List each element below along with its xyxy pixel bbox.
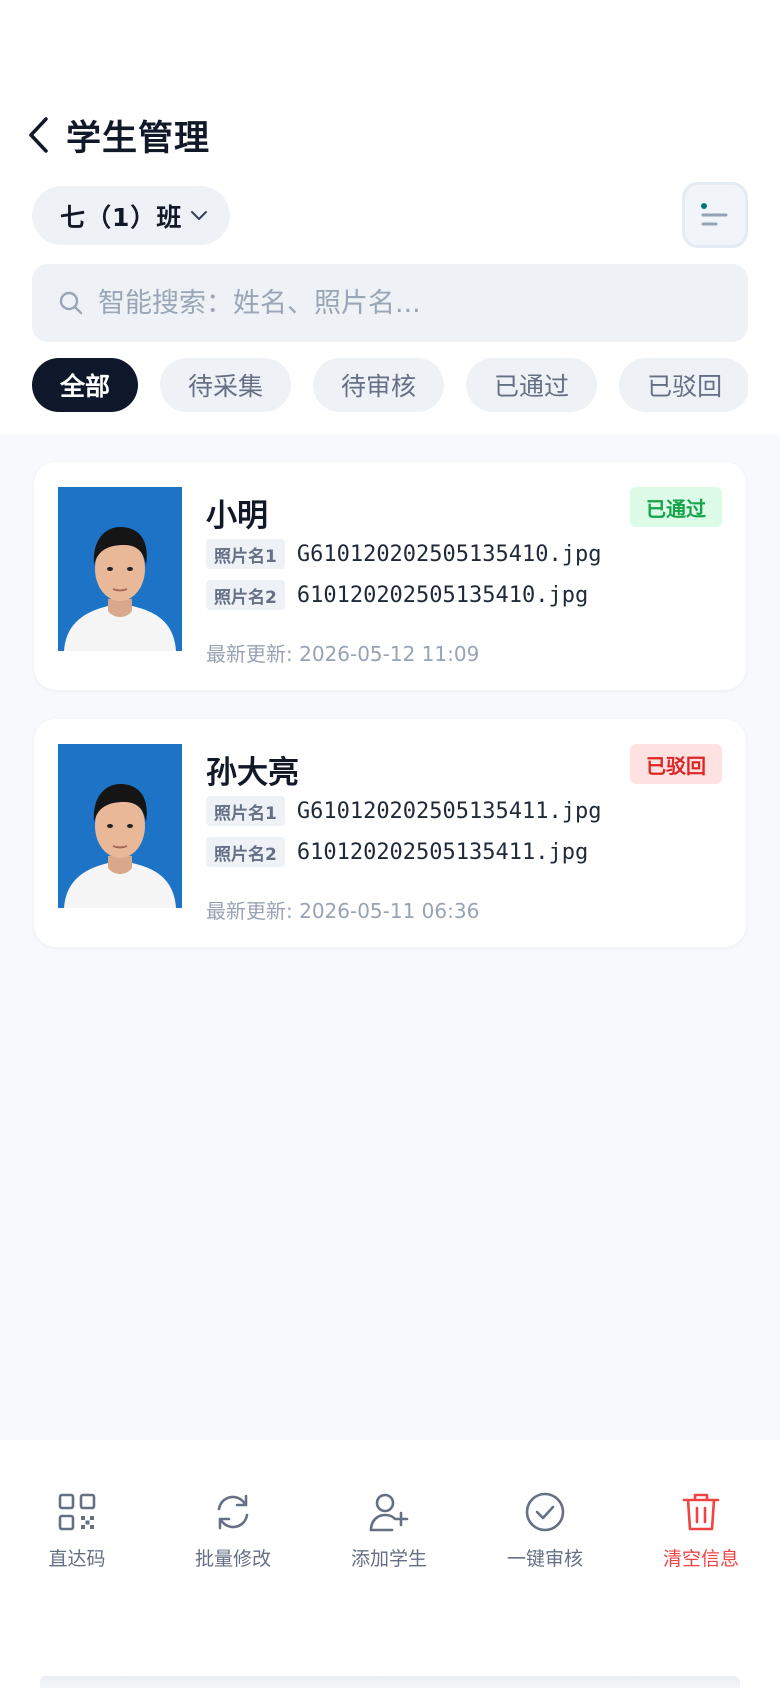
menu-button[interactable] [682,182,748,248]
back-button[interactable] [22,112,54,158]
qr-code-icon [53,1488,101,1536]
file-name: G610120202505135410.jpg [296,541,602,567]
portrait-image [58,744,182,908]
home-indicator [40,1676,740,1688]
photo-file-row: 照片名2 610120202505135410.jpg [206,579,588,611]
search-bar[interactable] [32,264,748,342]
file-name: 610120202505135411.jpg [296,839,589,865]
bottom-toolbar: 直达码 批量修改 添加学生 一键审核 清空信息 [0,1440,780,1688]
search-icon [59,291,83,315]
updated-time: 最新更新: 2026-05-11 06:36 [206,899,480,923]
student-photo [58,487,182,651]
student-card[interactable]: 小明 已通过 照片名1 G610120202505135410.jpg 照片名2… [34,462,746,690]
photo-file-row: 照片名1 G610120202505135411.jpg [206,795,601,827]
tool-label: 批量修改 [194,1548,271,1570]
student-card[interactable]: 孙大亮 已驳回 照片名1 G610120202505135411.jpg 照片名… [34,719,746,947]
student-name: 孙大亮 [206,755,299,791]
qr-code-button[interactable]: 直达码 [17,1488,137,1571]
refresh-icon [209,1488,257,1536]
portrait-image [58,487,182,651]
tab-pending-review[interactable]: 待审核 [313,358,445,412]
trash-icon [677,1488,725,1536]
check-circle-icon [521,1488,569,1536]
menu-lines-icon [701,203,728,226]
student-list: 小明 已通过 照片名1 G610120202505135410.jpg 照片名2… [0,434,780,1440]
file-tag: 照片名1 [206,796,285,826]
status-tabs: 全部 待采集 待审核 已通过 已驳回 [32,358,748,412]
tool-label: 清空信息 [662,1548,739,1570]
photo-file-row: 照片名2 610120202505135411.jpg [206,836,588,868]
updated-time: 最新更新: 2026-05-12 11:09 [206,642,480,666]
class-label: 七（1）班 [60,202,183,232]
tab-rejected[interactable]: 已驳回 [619,358,748,412]
tool-label: 一键审核 [506,1548,583,1570]
status-badge: 已通过 [630,487,722,527]
clear-info-button[interactable]: 清空信息 [641,1488,761,1571]
class-selector[interactable]: 七（1）班 [32,186,230,245]
chevron-left-icon [29,117,48,153]
file-tag: 照片名2 [206,580,285,610]
tab-all[interactable]: 全部 [32,358,139,412]
student-photo [58,744,182,908]
batch-edit-button[interactable]: 批量修改 [173,1488,293,1571]
student-name: 小明 [206,498,268,534]
file-tag: 照片名2 [206,837,285,867]
tab-pending-capture[interactable]: 待采集 [160,358,292,412]
add-student-button[interactable]: 添加学生 [329,1488,449,1571]
photo-file-row: 照片名1 G610120202505135410.jpg [206,538,601,570]
tool-label: 直达码 [48,1548,106,1570]
file-name: G610120202505135411.jpg [296,798,602,824]
header: 学生管理 七（1）班 全部 待采集 待审核 已通过 已驳回 [0,0,780,434]
quick-review-button[interactable]: 一键审核 [485,1488,605,1571]
chevron-down-icon [191,210,208,220]
tab-approved[interactable]: 已通过 [466,358,598,412]
file-tag: 照片名1 [206,539,285,569]
file-name: 610120202505135410.jpg [296,582,589,608]
search-input[interactable] [98,287,698,319]
add-user-icon [365,1488,413,1536]
page-title: 学生管理 [66,119,211,159]
status-badge: 已驳回 [630,744,722,784]
tool-label: 添加学生 [350,1548,427,1570]
